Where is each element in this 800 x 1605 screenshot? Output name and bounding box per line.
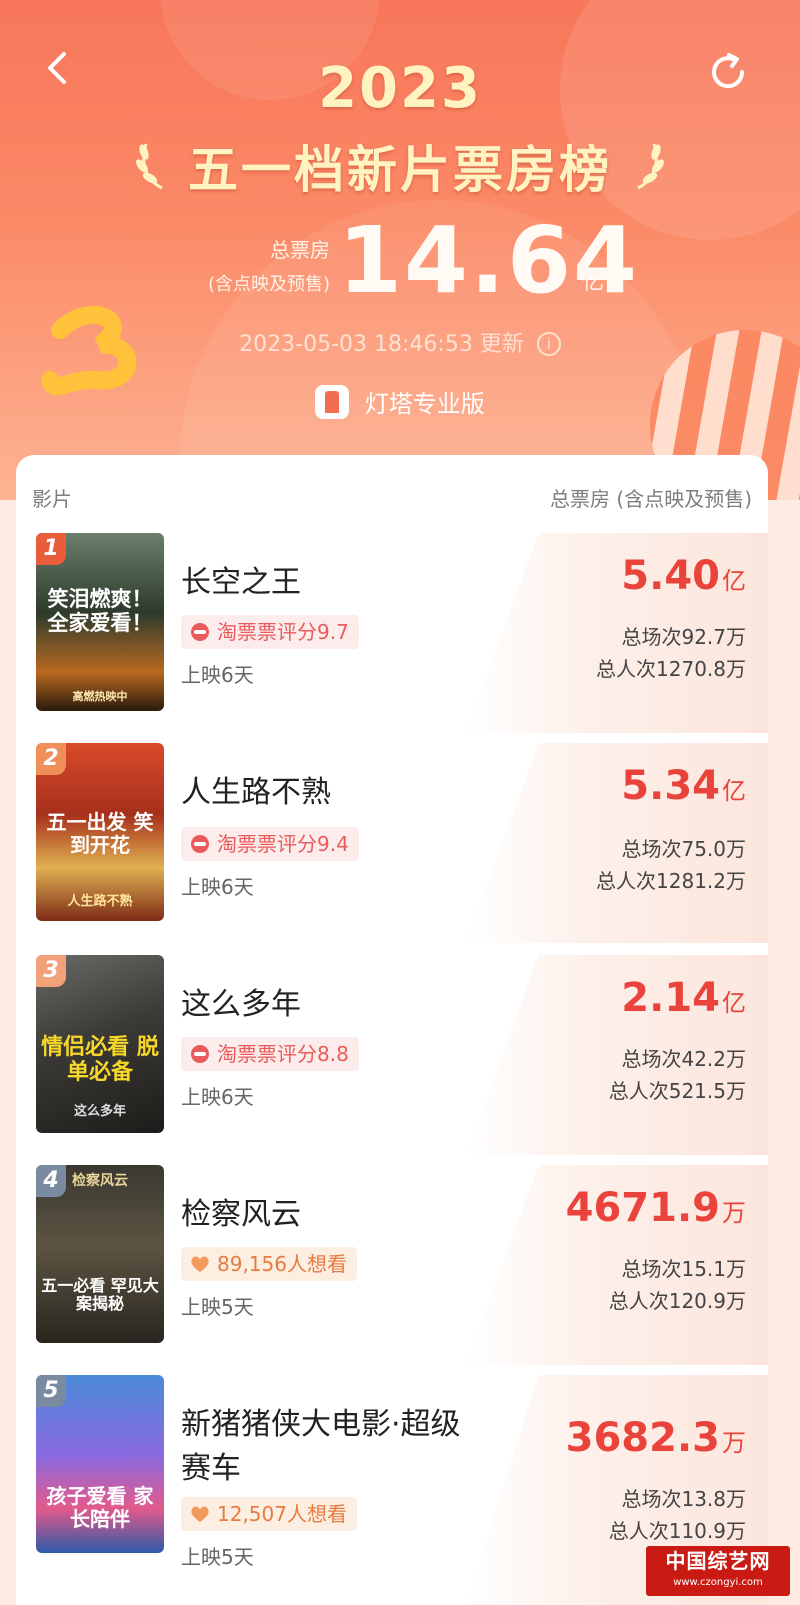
brand-row: 灯塔专业版 bbox=[0, 384, 800, 419]
taopiaopiao-logo-icon bbox=[191, 835, 209, 853]
poster-tagline: 孩子爱看 家长陪伴 bbox=[46, 1484, 154, 1531]
movie-row[interactable]: 五一出发 笑到开花 人生路不熟 2 人生路不熟 淘票票评分9.4 上映6天 5.… bbox=[16, 743, 768, 943]
poster-subtitle: 高燃热映中 bbox=[72, 690, 128, 703]
movie-title[interactable]: 检察风云 bbox=[181, 1193, 481, 1237]
poster-tagline: 五一必看 罕见大案揭秘 bbox=[41, 1276, 159, 1314]
movie-title[interactable]: 长空之王 bbox=[181, 561, 481, 605]
rank-badge: 4 bbox=[36, 1165, 66, 1197]
movie-title[interactable]: 人生路不熟 bbox=[181, 771, 481, 815]
lighthouse-logo-icon bbox=[315, 385, 350, 419]
release-days: 上映5天 bbox=[181, 1545, 254, 1569]
movie-title[interactable]: 新猪猪侠大电影·超级赛车 bbox=[181, 1403, 481, 1491]
rating-badge: 淘票票评分9.7 bbox=[181, 615, 359, 649]
admissions-count: 总人次1281.2万 bbox=[596, 869, 746, 893]
movie-poster[interactable]: 孩子爱看 家长陪伴 5 bbox=[36, 1375, 164, 1553]
admissions-count: 总人次110.9万 bbox=[608, 1519, 746, 1543]
poster-tagline: 情侣必看 脱单必备 bbox=[41, 1035, 159, 1086]
gross-value: 3682.3万 bbox=[565, 1415, 746, 1461]
screenings-count: 总场次15.1万 bbox=[621, 1257, 746, 1281]
taopiaopiao-logo-icon bbox=[191, 623, 209, 641]
screenings-count: 总场次92.7万 bbox=[621, 625, 746, 649]
rating-badge: 淘票票评分9.4 bbox=[181, 827, 359, 861]
total-box-office-unit: 亿 bbox=[582, 270, 605, 295]
release-days: 上映5天 bbox=[181, 1295, 254, 1319]
admissions-count: 总人次120.9万 bbox=[608, 1289, 746, 1313]
heart-icon bbox=[191, 1506, 209, 1522]
total-box-office-note: (含点映及预售) bbox=[207, 274, 330, 295]
info-icon[interactable]: i bbox=[536, 332, 561, 356]
update-time: 2023-05-03 18:46:53 bbox=[239, 332, 473, 357]
rank-badge: 2 bbox=[36, 743, 66, 775]
laurel-right-icon bbox=[637, 143, 664, 190]
rating-badge: 淘票票评分8.8 bbox=[181, 1037, 359, 1071]
header-banner: 2023 五一档新片票房榜 总票房 (含点映及预售) 14.64 亿 2023-… bbox=[0, 0, 800, 500]
admissions-count: 总人次521.5万 bbox=[608, 1079, 746, 1103]
heart-icon bbox=[191, 1256, 209, 1272]
update-label: 更新 bbox=[479, 332, 524, 357]
want-to-see-badge: 89,156人想看 bbox=[181, 1247, 357, 1281]
poster-subtitle: 这么多年 bbox=[73, 1104, 126, 1119]
brand-name: 灯塔专业版 bbox=[364, 390, 485, 418]
rank-badge: 1 bbox=[36, 533, 66, 565]
total-box-office-value: 14.64 bbox=[338, 207, 640, 314]
taopiaopiao-logo-icon bbox=[191, 1045, 209, 1063]
want-to-see-badge: 12,507人想看 bbox=[181, 1497, 357, 1531]
screenings-count: 总场次42.2万 bbox=[621, 1047, 746, 1071]
rank-badge: 3 bbox=[36, 955, 66, 987]
total-box-office-label: 总票房 bbox=[270, 238, 330, 262]
rank-badge: 5 bbox=[36, 1375, 66, 1407]
screenings-count: 总场次13.8万 bbox=[621, 1487, 746, 1511]
poster-subtitle: 人生路不熟 bbox=[67, 894, 133, 909]
page-title: 五一档新片票房榜 bbox=[188, 141, 612, 199]
ranking-card: 影片 总票房 (含点映及预售) 笑泪燃爽！全家爱看！ 高燃热映中 1 长空之王 … bbox=[16, 455, 768, 1605]
gross-value: 2.14亿 bbox=[621, 975, 746, 1021]
gross-value: 5.40亿 bbox=[621, 553, 746, 599]
screenings-count: 总场次75.0万 bbox=[621, 837, 746, 861]
release-days: 上映6天 bbox=[181, 875, 254, 899]
release-days: 上映6天 bbox=[181, 1085, 254, 1109]
column-header-gross: 总票房 (含点映及预售) bbox=[550, 487, 752, 511]
page-title-year: 2023 bbox=[318, 56, 482, 121]
movie-row[interactable]: 检察风云 五一必看 罕见大案揭秘 4 检察风云 89,156人想看 上映5天 4… bbox=[16, 1165, 768, 1365]
movie-title[interactable]: 这么多年 bbox=[181, 983, 481, 1027]
movie-row[interactable]: 笑泪燃爽！全家爱看！ 高燃热映中 1 长空之王 淘票票评分9.7 上映6天 5.… bbox=[16, 533, 768, 733]
column-header-film: 影片 bbox=[32, 487, 72, 511]
poster-tagline: 笑泪燃爽！全家爱看！ bbox=[47, 587, 153, 636]
gross-value: 5.34亿 bbox=[621, 763, 746, 809]
movie-poster[interactable]: 五一出发 笑到开花 人生路不熟 2 bbox=[36, 743, 164, 921]
movie-poster[interactable]: 笑泪燃爽！全家爱看！ 高燃热映中 1 bbox=[36, 533, 164, 711]
movie-row[interactable]: 情侣必看 脱单必备 这么多年 3 这么多年 淘票票评分8.8 上映6天 2.14… bbox=[16, 955, 768, 1155]
gross-value: 4671.9万 bbox=[565, 1185, 746, 1231]
update-time-row: 2023-05-03 18:46:53 更新 i bbox=[0, 326, 800, 358]
admissions-count: 总人次1270.8万 bbox=[596, 657, 746, 681]
poster-tagline: 五一出发 笑到开花 bbox=[46, 810, 154, 857]
movie-poster[interactable]: 情侣必看 脱单必备 这么多年 3 bbox=[36, 955, 164, 1133]
movie-poster[interactable]: 检察风云 五一必看 罕见大案揭秘 4 bbox=[36, 1165, 164, 1343]
release-days: 上映6天 bbox=[181, 663, 254, 687]
site-watermark: 中国综艺网 www.czongyi.com bbox=[646, 1546, 790, 1596]
